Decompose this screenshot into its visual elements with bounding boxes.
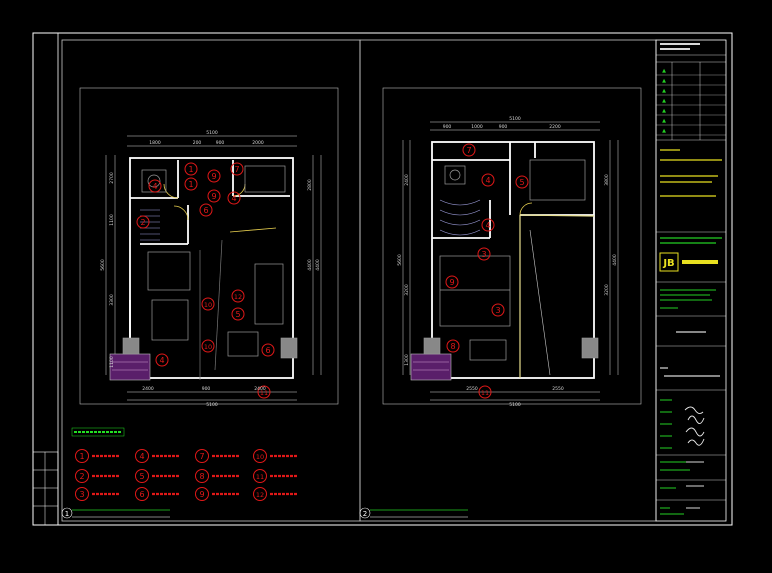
plan-1-dim-text: 200 <box>193 140 202 146</box>
revision-mark-icon: ▲ <box>662 108 666 114</box>
plan-1-marker-number: 4 <box>152 182 157 191</box>
plan-2-dim-text: 1300 <box>404 354 410 366</box>
plan-1-marker-number: 7 <box>234 165 239 174</box>
plan-1-dim-text: 2400 <box>254 386 266 392</box>
view-label-1-number: 1 <box>65 510 69 518</box>
plan-2-marker-number: 11 <box>481 389 489 397</box>
plan-2-dim-total: 5100 <box>509 402 521 408</box>
plan-2-dim-text: 3800 <box>604 174 610 186</box>
plan-1-marker-number: 4 <box>159 356 164 365</box>
revision-mark-icon: ▲ <box>662 68 666 74</box>
plan-2-dim-text: 3200 <box>604 284 610 296</box>
plan-1-dim-total: 5600 <box>100 259 106 271</box>
plan-2-marker-number: 5 <box>519 178 524 187</box>
legend-item-number: 3 <box>79 490 84 499</box>
plan-1-dim-text: 900 <box>202 386 211 392</box>
plan-2-dim-text: 2200 <box>549 124 561 130</box>
legend-item-number: 7 <box>199 452 204 461</box>
plan-1-dim-text: 3300 <box>109 294 115 306</box>
plan-1-dim-text: 2000 <box>252 140 264 146</box>
plan-1-marker-number: 1 <box>188 165 193 174</box>
revision-mark-icon: ▲ <box>662 88 666 94</box>
plan-1-dim-text: 2800 <box>307 179 313 191</box>
revision-mark-icon: ▲ <box>662 118 666 124</box>
legend-item-number: 12 <box>256 491 264 499</box>
legend-item-number: 2 <box>79 472 84 481</box>
plan-2-marker-number: 9 <box>449 278 454 287</box>
revision-mark-icon: ▲ <box>662 128 666 134</box>
plan-2-dim-text: 2550 <box>466 386 478 392</box>
view-label-2-number: 2 <box>363 510 367 518</box>
plan-1-dim-total: 4400 <box>315 259 321 271</box>
legend-item-number: 4 <box>139 452 144 461</box>
plan-2-marker-number: 3 <box>495 306 500 315</box>
plan-2-marker-number: 7 <box>466 146 471 155</box>
legend-item-number: 10 <box>256 453 264 461</box>
plan-2-dim-text: 900 <box>443 124 452 130</box>
plan-1-dim-total: 5100 <box>206 130 218 136</box>
plan-1-marker-number: 10 <box>204 301 212 309</box>
plan-1-dim-text: 2400 <box>142 386 154 392</box>
plan-2-marker-number: 3 <box>481 250 486 259</box>
legend-item-number: 6 <box>139 490 144 499</box>
plan-1-marker-number: 1 <box>188 180 193 189</box>
plan-1-marker-number: 12 <box>234 293 242 301</box>
plan-2-dim-text: 2400 <box>404 174 410 186</box>
plan-1-dim-text: 4400 <box>307 259 313 271</box>
plan-1-marker-number: 9 <box>211 192 216 201</box>
plan-1-dim-text: 1100 <box>109 214 115 226</box>
plan-1-marker-number: 2 <box>140 218 145 227</box>
plan-1-dim-text: 2700 <box>109 172 115 184</box>
plan-2-dim-text: 3200 <box>404 284 410 296</box>
logo-mark-text: JB <box>662 258 674 269</box>
plan-2-dim-total: 4400 <box>612 254 618 266</box>
plan-1-dim-text: 1100 <box>109 356 115 368</box>
plan-1-marker-number: 6 <box>265 346 270 355</box>
plan-1-marker-number: 5 <box>235 310 240 319</box>
legend-item-number: 5 <box>139 472 144 481</box>
plan-1-marker-number: 10 <box>204 343 212 351</box>
legend-item-number: 11 <box>256 473 264 481</box>
plan-2-dim-text: 2550 <box>552 386 564 392</box>
plan-2-dim-total: 5600 <box>397 254 403 266</box>
plan-2-marker-number: 4 <box>485 176 490 185</box>
plan-1-marker-number: 6 <box>203 206 208 215</box>
plan-1-marker-number: 9 <box>211 172 216 181</box>
legend-item-number: 9 <box>199 490 204 499</box>
plan-1-dim-text: 900 <box>216 140 225 146</box>
revision-mark-icon: ▲ <box>662 98 666 104</box>
plan-2-marker-number: 8 <box>450 342 455 351</box>
plan-2-marker-number: 4 <box>485 221 490 230</box>
revision-mark-icon: ▲ <box>662 78 666 84</box>
cad-drawing-canvas: 114799 4261012510 6411 51001800 200 900 20002… <box>0 0 772 573</box>
plan-1-dim-total: 5100 <box>206 402 218 408</box>
plan-2-dim-total: 5100 <box>509 116 521 122</box>
legend-item-number: 1 <box>79 452 84 461</box>
plan-1-marker-number: 4 <box>231 194 236 203</box>
plan-1-dim-text: 1800 <box>149 140 161 146</box>
legend-item-number: 8 <box>199 472 204 481</box>
plan-2-dim-text: 1000 <box>471 124 483 130</box>
plan-2-dim-text: 900 <box>499 124 508 130</box>
